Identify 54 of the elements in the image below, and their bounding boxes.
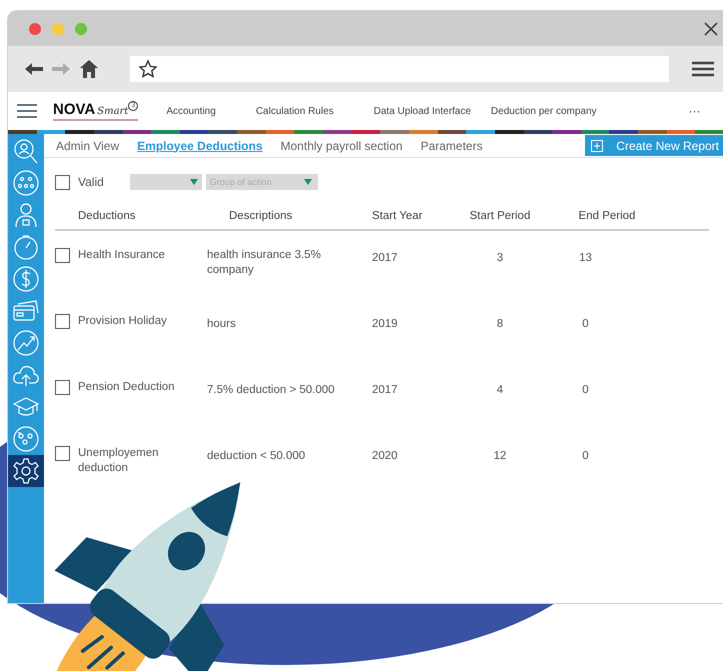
row-checkbox[interactable]	[55, 248, 70, 263]
column-header: Start Period	[468, 210, 532, 222]
table-cell-text: health insurance 3.5% company	[207, 248, 322, 278]
menu-item[interactable]: Accounting	[166, 106, 216, 116]
close-icon[interactable]	[704, 22, 718, 36]
back-arrow-icon[interactable]	[25, 62, 43, 76]
table-cell: 13	[579, 251, 592, 266]
table-cell-text: Unemployemen deduction	[78, 446, 160, 476]
table-cell: 8	[496, 317, 504, 332]
column-header: End Period	[578, 210, 636, 222]
table-cell: 3	[496, 251, 504, 266]
tab[interactable]: Admin View	[56, 138, 120, 152]
tab[interactable]: Parameters	[420, 138, 483, 152]
table-cell-text: hours	[207, 317, 237, 332]
table-cell: 2017	[372, 251, 398, 266]
row-checkbox[interactable]	[55, 380, 70, 395]
table-cell: 4	[496, 383, 504, 398]
menu-icon[interactable]	[17, 104, 37, 118]
more-menu[interactable]: ···	[688, 104, 701, 118]
table-cell: 2017	[372, 383, 398, 398]
dropdown-arrow-icon	[304, 179, 312, 185]
row-checkbox[interactable]	[55, 446, 70, 461]
row-checkbox[interactable]	[55, 314, 70, 329]
menu-item[interactable]: Deduction per company	[490, 106, 597, 116]
table-cell-text: Provision Holiday	[78, 314, 168, 329]
valid-label: Valid	[78, 175, 104, 189]
forward-arrow-icon[interactable]	[52, 62, 70, 76]
table-cell: 12	[494, 449, 506, 464]
minimize-dot[interactable]	[52, 22, 64, 34]
table-cell-text: 7.5% deduction > 50.000	[207, 383, 336, 398]
column-header: Deductions	[77, 210, 137, 222]
star-icon[interactable]	[138, 59, 158, 79]
menu-item[interactable]: Data Upload Interface	[374, 106, 471, 116]
table-cell: 0	[582, 317, 589, 332]
sidebar-gear-icon[interactable]	[8, 455, 44, 487]
address-field[interactable]	[130, 56, 669, 82]
table-cell: 0	[582, 449, 589, 464]
tab[interactable]: Monthly payroll section	[280, 138, 403, 152]
filter-dropdown[interactable]	[130, 174, 202, 190]
table-cell: 2019	[372, 317, 398, 332]
table-cell: 2020	[372, 449, 398, 464]
valid-checkbox[interactable]	[55, 174, 70, 190]
table-cell-text: Health Insurance	[78, 248, 166, 263]
table-cell: 0	[582, 383, 589, 398]
table-cell-text: Pension Deduction	[78, 380, 176, 395]
menu-item[interactable]: Calculation Rules	[256, 106, 334, 116]
column-header: Start Year	[372, 210, 424, 222]
close-dot[interactable]	[29, 22, 41, 34]
plus-icon	[591, 140, 604, 152]
table-cell-text: deduction < 50.000	[207, 449, 306, 464]
maximize-dot[interactable]	[75, 22, 87, 34]
column-header: Descriptions	[228, 210, 294, 222]
menu-icon[interactable]	[692, 61, 714, 77]
home-icon[interactable]	[79, 59, 99, 79]
